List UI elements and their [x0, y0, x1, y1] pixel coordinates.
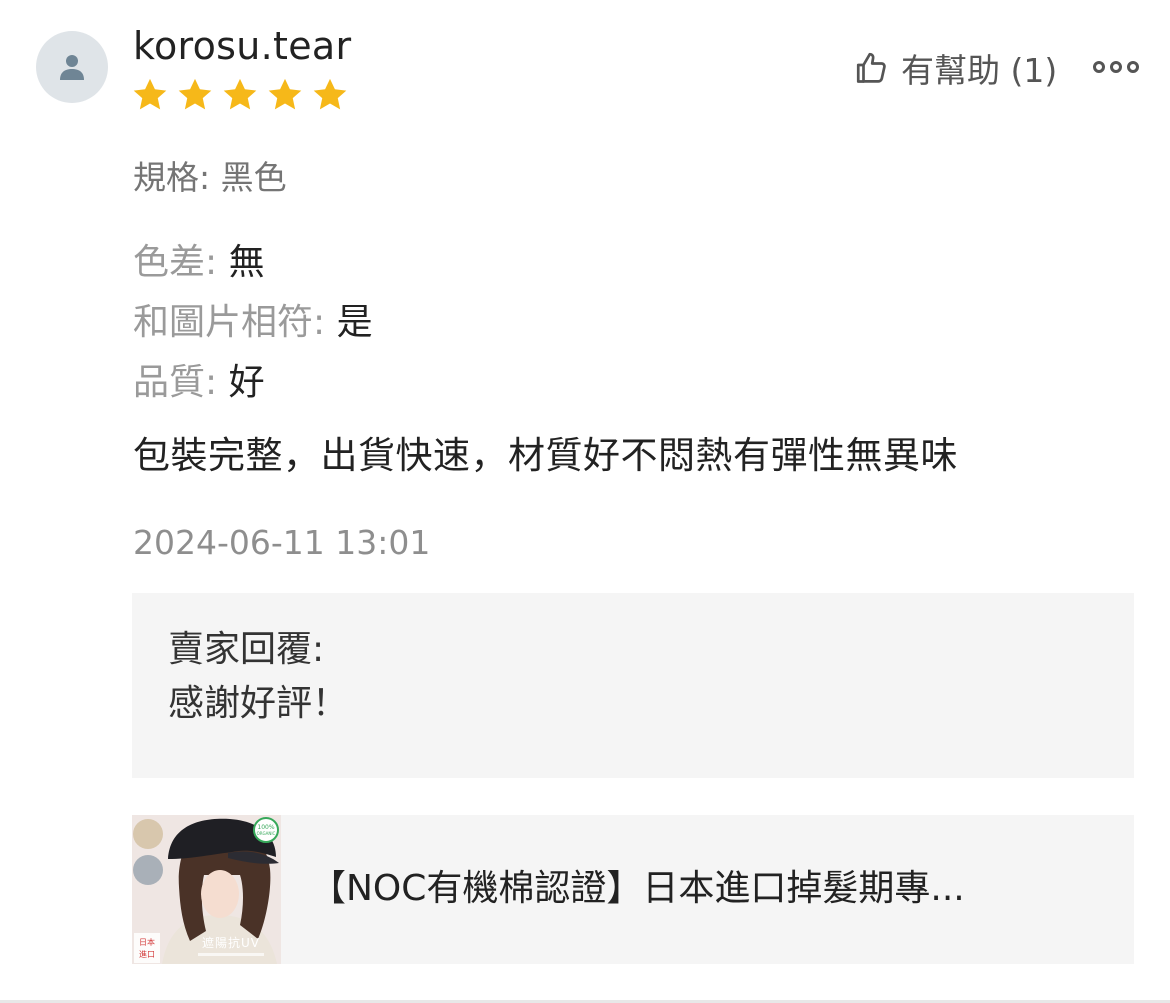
- attribute-key: 和圖片相符:: [133, 302, 337, 343]
- attribute-value: 是: [336, 302, 373, 343]
- seller-reply-box: 賣家回覆: 感謝好評！: [132, 593, 1134, 778]
- review-text: 包裝完整，出貨快速，材質好不悶熱有彈性無異味: [133, 434, 958, 477]
- attribute-key: 色差:: [133, 242, 229, 283]
- product-thumbnail: 100% ORGANIC 日本 進口 遮陽抗UV: [132, 815, 281, 964]
- svg-text:100%: 100%: [257, 824, 274, 831]
- thumbs-up-icon: [856, 52, 886, 83]
- star-icon: [131, 76, 169, 114]
- star-icon: [176, 76, 214, 114]
- rating-stars: [131, 76, 349, 114]
- svg-text:ORGANIC: ORGANIC: [257, 831, 276, 836]
- more-options-button[interactable]: [1092, 55, 1140, 79]
- attribute-color-difference: 色差: 無: [133, 237, 265, 289]
- helpful-button[interactable]: 有幫助 (1): [853, 44, 1057, 92]
- product-variant-label: 規格: 黑色: [133, 158, 287, 197]
- attribute-matches-picture: 和圖片相符: 是: [133, 297, 373, 349]
- helpful-count-label: 有幫助 (1): [901, 51, 1058, 90]
- star-icon: [311, 76, 349, 114]
- avatar[interactable]: [36, 31, 108, 103]
- seller-reply-title: 賣家回覆:: [168, 629, 325, 670]
- attribute-value: 無: [228, 242, 265, 283]
- reviewer-name: korosu.tear: [133, 24, 352, 68]
- more-dots-icon: [1093, 61, 1139, 73]
- svg-text:遮陽抗UV: 遮陽抗UV: [202, 935, 260, 950]
- attribute-quality: 品質: 好: [133, 357, 265, 409]
- attribute-key: 品質:: [133, 362, 229, 403]
- star-icon: [266, 76, 304, 114]
- svg-text:進口: 進口: [139, 950, 155, 959]
- person-icon: [60, 55, 84, 80]
- seller-reply-text: 感謝好評！: [168, 683, 349, 724]
- star-icon: [221, 76, 259, 114]
- attribute-value: 好: [228, 362, 265, 403]
- review-timestamp: 2024-06-11 13:01: [133, 523, 431, 562]
- product-link-card[interactable]: 100% ORGANIC 日本 進口 遮陽抗UV 【NOC有機棉認證】日本進口掉…: [132, 815, 1134, 964]
- product-name: 【NOC有機棉認證】日本進口掉髮期專...: [310, 868, 965, 909]
- svg-text:日本: 日本: [139, 937, 155, 947]
